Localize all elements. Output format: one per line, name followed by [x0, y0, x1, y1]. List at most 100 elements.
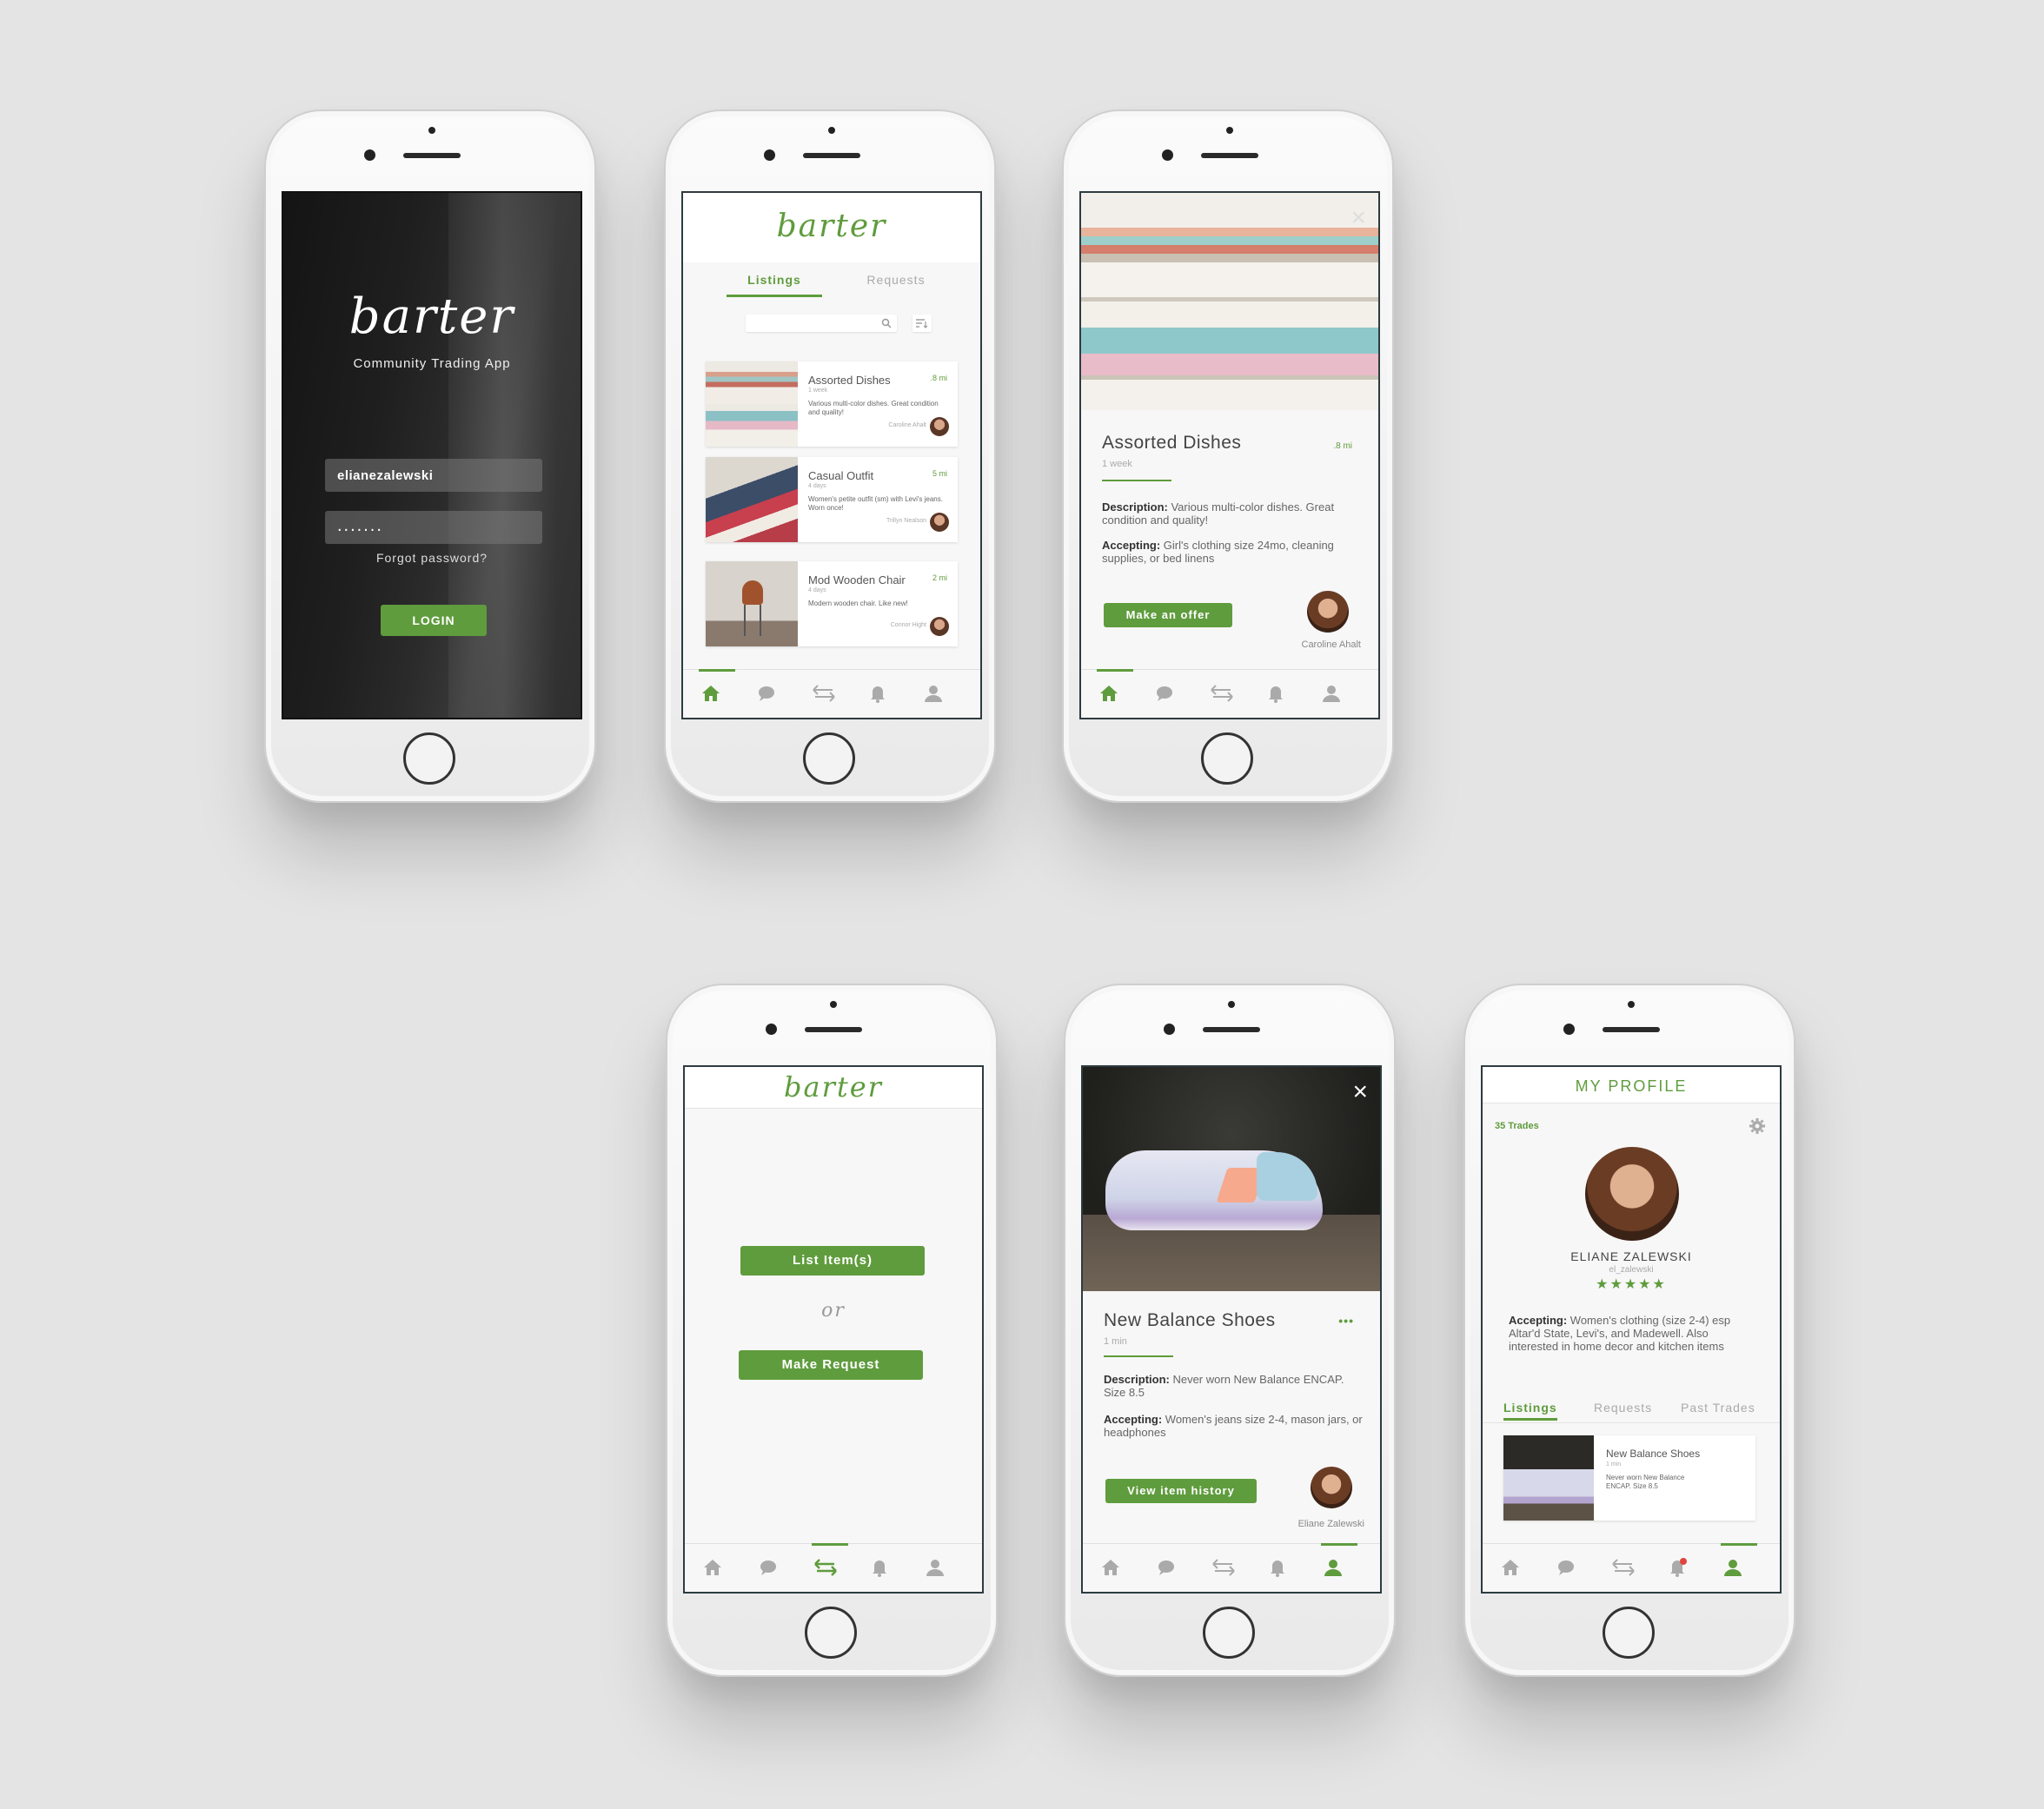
owner-avatar[interactable]	[1311, 1467, 1352, 1508]
profile-list-item[interactable]: New Balance Shoes 1 min Never worn New B…	[1503, 1435, 1755, 1521]
nav-profile[interactable]	[907, 670, 959, 718]
home-button[interactable]	[1201, 732, 1253, 785]
bell-icon	[1269, 686, 1283, 703]
person-icon	[1323, 686, 1340, 702]
trade-arrows-icon	[813, 685, 835, 702]
trade-arrows-icon	[1612, 1559, 1635, 1576]
make-offer-button[interactable]: Make an offer	[1104, 603, 1232, 627]
login-button[interactable]: LOGIN	[381, 605, 487, 636]
accepting-label: Accepting:	[1104, 1413, 1163, 1426]
sort-icon	[916, 319, 928, 328]
home-button[interactable]	[1603, 1607, 1655, 1659]
item-description: Modern wooden chair. Like new!	[808, 600, 908, 607]
more-options-icon[interactable]: •••	[1338, 1314, 1354, 1328]
nav-trade[interactable]	[1194, 670, 1246, 718]
nav-notifications[interactable]	[852, 670, 904, 718]
nav-notifications[interactable]	[1651, 1544, 1703, 1592]
tab-listings[interactable]: Listings	[727, 268, 822, 297]
nav-messages[interactable]	[1540, 1544, 1592, 1592]
owner-name: Caroline Ahalt	[1301, 639, 1362, 650]
home-button[interactable]	[803, 732, 855, 785]
tab-requests[interactable]: Requests	[848, 268, 944, 297]
nav-messages[interactable]	[1138, 670, 1191, 718]
nav-home[interactable]	[1083, 669, 1135, 718]
nav-home[interactable]	[687, 1544, 739, 1592]
nav-home[interactable]	[1085, 1544, 1137, 1592]
app-tagline: Community Trading App	[353, 356, 511, 371]
search-input[interactable]	[746, 315, 897, 332]
tab-active-indicator	[727, 295, 822, 297]
password-field[interactable]: .......	[325, 511, 542, 544]
nav-profile[interactable]	[1305, 670, 1357, 718]
owner-avatar[interactable]	[1307, 591, 1349, 633]
sensor-dot	[1563, 1024, 1575, 1035]
list-item[interactable]: Casual Outfit 5 mi 4 days Women's petite…	[706, 457, 958, 542]
username-value: elianezalewski	[337, 468, 434, 483]
profile-avatar[interactable]	[1585, 1147, 1679, 1241]
person-icon	[1324, 1560, 1342, 1576]
nav-trade[interactable]	[1596, 1544, 1648, 1592]
nav-messages[interactable]	[1140, 1544, 1192, 1592]
item-distance: 5 mi	[932, 469, 947, 478]
make-request-button[interactable]: Make Request	[739, 1350, 923, 1380]
chair-thumbnail	[706, 561, 798, 646]
home-button[interactable]	[805, 1607, 857, 1659]
nav-home[interactable]	[1484, 1544, 1536, 1592]
speaker-grille	[1203, 1027, 1260, 1032]
home-button[interactable]	[403, 732, 455, 785]
bell-icon	[1670, 1558, 1687, 1577]
speaker-grille	[803, 153, 860, 158]
nav-profile[interactable]	[1307, 1543, 1359, 1592]
header-bar: barter	[685, 1067, 982, 1109]
close-icon[interactable]: ×	[1352, 1079, 1368, 1105]
nav-profile[interactable]	[909, 1544, 961, 1592]
nav-notifications[interactable]	[853, 1544, 906, 1592]
bottom-nav	[683, 669, 980, 718]
view-item-history-button[interactable]: View item history	[1105, 1479, 1257, 1503]
nav-notifications[interactable]	[1250, 670, 1302, 718]
notification-badge-dot	[1680, 1558, 1687, 1565]
list-item[interactable]: Mod Wooden Chair 2 mi 4 days Modern wood…	[706, 561, 958, 646]
forgot-password-link[interactable]: Forgot password?	[283, 551, 581, 565]
tab-requests[interactable]: Requests	[1594, 1401, 1652, 1415]
home-icon	[1100, 686, 1118, 701]
item-time: 1 week	[808, 388, 828, 394]
phone-profile: MY PROFILE 35 Trades ELIANE ZALEWSKI el_…	[1463, 984, 1795, 1677]
gear-icon[interactable]	[1749, 1117, 1766, 1135]
bell-icon	[873, 1561, 886, 1577]
profile-handle: el_zalewski	[1609, 1265, 1654, 1275]
tab-listings[interactable]: Listings	[1503, 1401, 1557, 1421]
speaker-grille	[1201, 153, 1258, 158]
person-icon	[925, 686, 942, 702]
trade-arrows-icon	[1211, 685, 1233, 702]
close-icon[interactable]: ×	[1350, 205, 1366, 231]
nav-messages[interactable]	[742, 1544, 794, 1592]
nav-trade[interactable]	[796, 670, 848, 718]
tab-listings-label: Listings	[747, 273, 801, 287]
trades-count[interactable]: 35 Trades	[1495, 1121, 1539, 1131]
nav-trade[interactable]	[1196, 1544, 1248, 1592]
bottom-nav	[1083, 1543, 1380, 1592]
search-icon	[881, 318, 892, 328]
profile-accepting: Accepting: Women's clothing (size 2-4) e…	[1509, 1314, 1761, 1353]
speaker-grille	[805, 1027, 862, 1032]
camera-dot	[1228, 1001, 1235, 1008]
list-item[interactable]: Assorted Dishes .8 mi 1 week Various mul…	[706, 361, 958, 447]
list-items-button[interactable]: List Item(s)	[740, 1246, 925, 1276]
item-title: Assorted Dishes	[1102, 433, 1242, 453]
page-title: MY PROFILE	[1575, 1077, 1688, 1095]
item-owner: Caroline Ahalt	[888, 422, 926, 428]
nav-messages[interactable]	[740, 670, 793, 718]
tab-past-trades[interactable]: Past Trades	[1681, 1401, 1755, 1415]
nav-trade[interactable]	[798, 1543, 850, 1592]
nav-home[interactable]	[685, 669, 737, 718]
sort-button[interactable]	[912, 315, 932, 332]
background-photo	[448, 193, 581, 718]
username-field[interactable]: elianezalewski	[325, 459, 542, 492]
home-button[interactable]	[1203, 1607, 1255, 1659]
item-title: Mod Wooden Chair	[808, 573, 906, 586]
nav-profile[interactable]	[1707, 1543, 1759, 1592]
nav-notifications[interactable]	[1251, 1544, 1304, 1592]
my-item-screen: × New Balance Shoes ••• 1 min Descriptio…	[1081, 1065, 1382, 1594]
bell-icon	[1271, 1561, 1284, 1577]
